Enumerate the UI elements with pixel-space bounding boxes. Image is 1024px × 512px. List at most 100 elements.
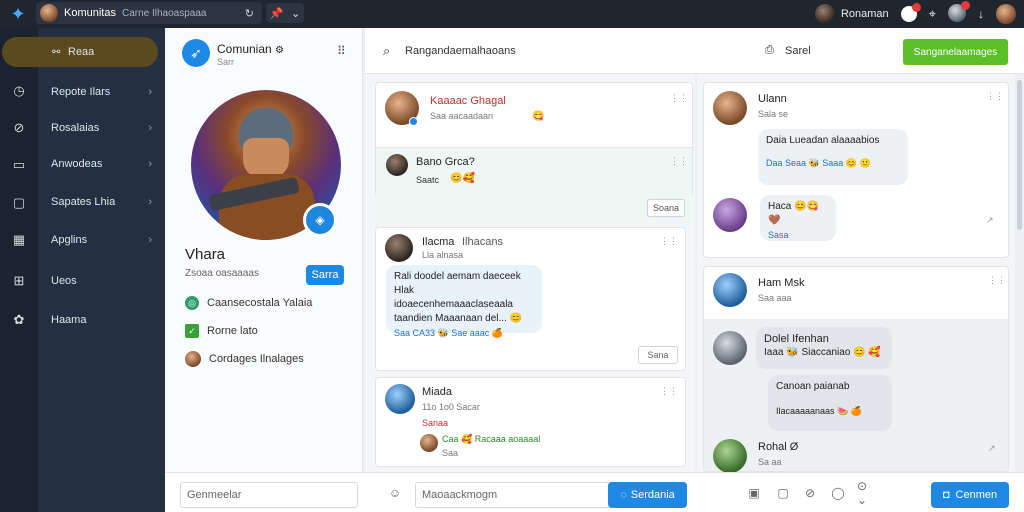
avatar[interactable] <box>385 384 415 414</box>
verified-badge-icon[interactable]: ◈ <box>303 203 337 237</box>
post-card: Ilacma Ilhacans Lla alnasa ⋮⋮ Rali doode… <box>375 227 686 371</box>
frame-icon[interactable]: ▢ <box>775 485 791 501</box>
post-author[interactable]: Ilacma <box>422 236 454 248</box>
post-button[interactable]: ◘ Cenmen <box>931 482 1009 508</box>
filter-label[interactable]: Sarel <box>785 45 811 57</box>
scrollbar[interactable] <box>1017 80 1022 230</box>
follow-button[interactable]: Sarra <box>306 265 344 285</box>
pin-icon[interactable]: 📌 <box>270 7 284 20</box>
feed-search-input[interactable]: Rangandaemalhaoans <box>405 45 516 57</box>
reply-button[interactable]: Sana <box>638 346 678 364</box>
post-meta: Sa aa <box>758 457 782 467</box>
leaf-icon[interactable]: ✿ <box>8 309 30 331</box>
send-label: Serdania <box>630 489 675 501</box>
post-author[interactable]: Rohal Ø <box>758 441 798 453</box>
avatar[interactable] <box>713 91 747 125</box>
more-icon[interactable]: ⋮⋮ <box>670 156 688 167</box>
compass-icon[interactable]: ⊘ <box>8 117 30 139</box>
refresh-icon[interactable]: ↻ <box>245 7 254 20</box>
document-icon[interactable]: ▢ <box>8 192 30 214</box>
sidebar-item-label: Rosalaias <box>51 122 100 134</box>
sidebar-item-sapates[interactable]: Sapates Lhia › <box>38 187 162 217</box>
post-meta: Lla alnasa <box>422 250 464 260</box>
profile-link[interactable]: ◎ Caansecostala Yalaia <box>185 294 312 312</box>
post-author[interactable]: Ham Msk <box>758 277 804 289</box>
chevron-down-icon[interactable]: ⌄ <box>291 7 300 20</box>
bottom-bar: Genmeelar ☺ Maoaackmogm ◌ Serdania ▣ ▢ ⊘ … <box>165 472 1024 512</box>
profile-menu[interactable] <box>948 0 970 25</box>
post-author[interactable]: Miada <box>422 386 452 398</box>
arrow-icon[interactable]: ↓ <box>978 7 984 21</box>
account-avatar[interactable] <box>996 4 1016 24</box>
user-avatar[interactable] <box>814 4 835 24</box>
top-search[interactable]: Komunitas Carne Ilhaoaspaaa ↻ <box>36 2 262 24</box>
chevron-right-icon: › <box>148 234 152 246</box>
pin-icon[interactable]: ⌖ <box>929 6 936 22</box>
sidebar-item-ueos[interactable]: Ueos <box>38 266 162 296</box>
profile-handle: Zsoaa oasaaaas <box>185 268 259 279</box>
message-text: Iaaa 🐝 Siaccaniao 😊 🥰 <box>764 347 881 358</box>
emoji-icon[interactable]: ☺ <box>387 485 403 501</box>
apps-icon[interactable]: ⊞ <box>8 270 30 292</box>
sidebar-item-label: Sapates Lhia <box>51 196 116 208</box>
attach-icon[interactable]: ⊘ <box>802 485 818 501</box>
avatar[interactable] <box>420 434 438 452</box>
message-tags: Saa CA33 🐝 Sae aaac 🍊 <box>394 328 503 338</box>
avatar[interactable] <box>385 234 413 262</box>
sidebar-item-reaa[interactable]: ⚯ Reaa <box>2 37 158 67</box>
share-icon[interactable]: ↗ <box>986 215 994 226</box>
avatar[interactable] <box>386 154 408 176</box>
top-right: Ronaman ⌖ ↓ <box>814 0 1016 26</box>
more-icon[interactable]: ⋮⋮ <box>988 275 1006 286</box>
sidebar-item-label: Haama <box>51 314 87 326</box>
more-icon[interactable]: ⋮⋮ <box>660 386 678 397</box>
thread-area: Dolel Ifenhan Iaaa 🐝 Siaccaniao 😊 🥰 Cano… <box>704 319 1008 473</box>
sidebar-item-haama[interactable]: Haama <box>38 305 162 335</box>
avatar[interactable] <box>713 331 747 365</box>
more-icon[interactable]: ⋮⋮ <box>660 236 678 247</box>
more-icon[interactable]: ⊙ ⌄ <box>857 479 873 507</box>
filter-icon[interactable]: ⎙ <box>765 44 774 57</box>
profile-link[interactable]: Cordages Ilnalages <box>185 350 304 368</box>
image-icon[interactable]: ▣ <box>746 485 762 501</box>
reply-button[interactable]: Soana <box>647 199 685 217</box>
clock-icon[interactable]: ◷ <box>8 80 30 102</box>
primary-action-button[interactable]: Sanganelaamages <box>903 39 1008 65</box>
building-icon[interactable]: ▦ <box>8 229 30 251</box>
more-icon[interactable]: ⋮⋮ <box>986 91 1004 102</box>
online-badge <box>409 117 418 126</box>
avatar[interactable] <box>713 439 747 473</box>
message-author[interactable]: Dolel Ifenhan <box>764 332 884 346</box>
user-name[interactable]: Ronaman <box>841 8 889 20</box>
sidebar-item-apglins[interactable]: Apglins › <box>38 225 162 255</box>
chat-icon[interactable]: ◯ <box>830 485 846 501</box>
search-icon[interactable]: ⌕ <box>383 43 390 59</box>
message-tags: Sasa <box>768 230 789 240</box>
top-search-input[interactable]: Carne Ilhaoaspaaa <box>122 8 207 19</box>
notification-icon[interactable] <box>900 3 921 22</box>
sidebar-item-label: Apglins <box>51 234 88 246</box>
reply-meta: Saatc <box>416 175 440 185</box>
sidebar-item-anwodeas[interactable]: Anwodeas › <box>38 149 162 179</box>
more-icon[interactable]: ⋮⋮ <box>670 93 688 104</box>
app-logo-icon[interactable]: ✦ <box>6 3 30 25</box>
share-icon[interactable]: ↗ <box>988 443 996 454</box>
sidebar-item-label: Ueos <box>51 275 77 287</box>
post-author[interactable]: Ulann <box>758 93 787 105</box>
left-input[interactable]: Genmeelar <box>180 482 358 508</box>
reply-author[interactable]: Bano Grca? <box>416 156 475 168</box>
avatar[interactable] <box>713 198 747 232</box>
top-bar: ✦ Komunitas Carne Ilhaoaspaaa ↻ 📌 ⌄ Rona… <box>0 0 1024 28</box>
sidebar-item-label: Repote Ilars <box>51 86 111 98</box>
message-tags: Daa Seaa 🐝 Saaa 😊 🙂 <box>766 158 871 168</box>
sidebar-item-repote[interactable]: Repote Ilars › <box>38 77 162 107</box>
calendar-icon[interactable]: ▭ <box>8 154 30 176</box>
settings-icon[interactable]: ⚙ <box>275 45 284 56</box>
profile-link[interactable]: ✓ Rorne lato <box>185 322 258 340</box>
post-author[interactable]: Kaaaac Ghagal <box>430 95 506 107</box>
send-button[interactable]: ◌ Serdania <box>608 482 687 508</box>
sidebar-item-rosalaias[interactable]: Rosalaias › <box>38 113 162 143</box>
avatar[interactable] <box>713 273 747 307</box>
send-icon: ◌ <box>620 489 627 501</box>
grid-icon[interactable]: ⠿ <box>337 44 346 58</box>
